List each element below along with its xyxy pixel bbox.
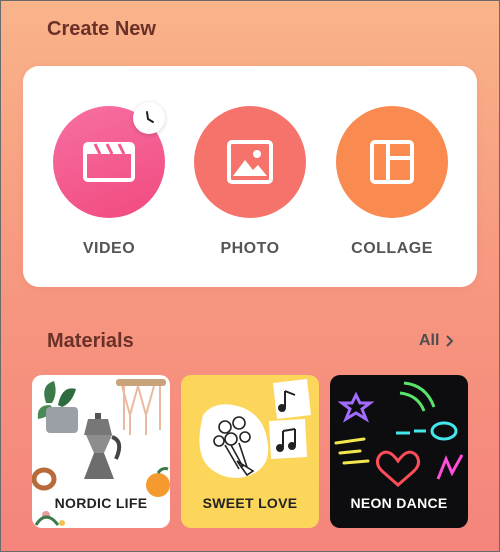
create-new-card: VIDEO PHOTO COLLAGE bbox=[23, 66, 477, 287]
video-button[interactable]: VIDEO bbox=[53, 102, 165, 257]
material-card-neon-dance[interactable]: NEON DANCE bbox=[330, 375, 468, 528]
section-title-create-new: Create New bbox=[47, 18, 156, 40]
see-all-link[interactable]: All bbox=[419, 332, 454, 350]
clapperboard-icon bbox=[83, 142, 135, 182]
material-card-nordic-life[interactable]: NORDIC LIFE bbox=[32, 375, 170, 528]
material-label: SWEET LOVE bbox=[202, 495, 298, 511]
photo-button[interactable]: PHOTO bbox=[194, 106, 306, 257]
photo-circle[interactable] bbox=[194, 106, 306, 218]
clock-icon bbox=[146, 111, 154, 123]
collage-layout-icon bbox=[370, 140, 414, 184]
see-all-label: All bbox=[419, 332, 440, 349]
clock-badge bbox=[133, 102, 165, 134]
collage-circle[interactable] bbox=[336, 106, 448, 218]
section-title-materials: Materials bbox=[47, 330, 134, 352]
chevron-right-icon bbox=[446, 335, 454, 347]
collage-label: COLLAGE bbox=[351, 240, 433, 257]
material-label: NORDIC LIFE bbox=[54, 495, 148, 511]
photo-label: PHOTO bbox=[220, 240, 280, 257]
video-label: VIDEO bbox=[82, 240, 136, 257]
image-icon bbox=[227, 140, 273, 184]
material-label: NEON DANCE bbox=[350, 495, 448, 511]
collage-button[interactable]: COLLAGE bbox=[336, 106, 448, 257]
material-card-sweet-love[interactable]: SWEET LOVE bbox=[181, 375, 319, 528]
